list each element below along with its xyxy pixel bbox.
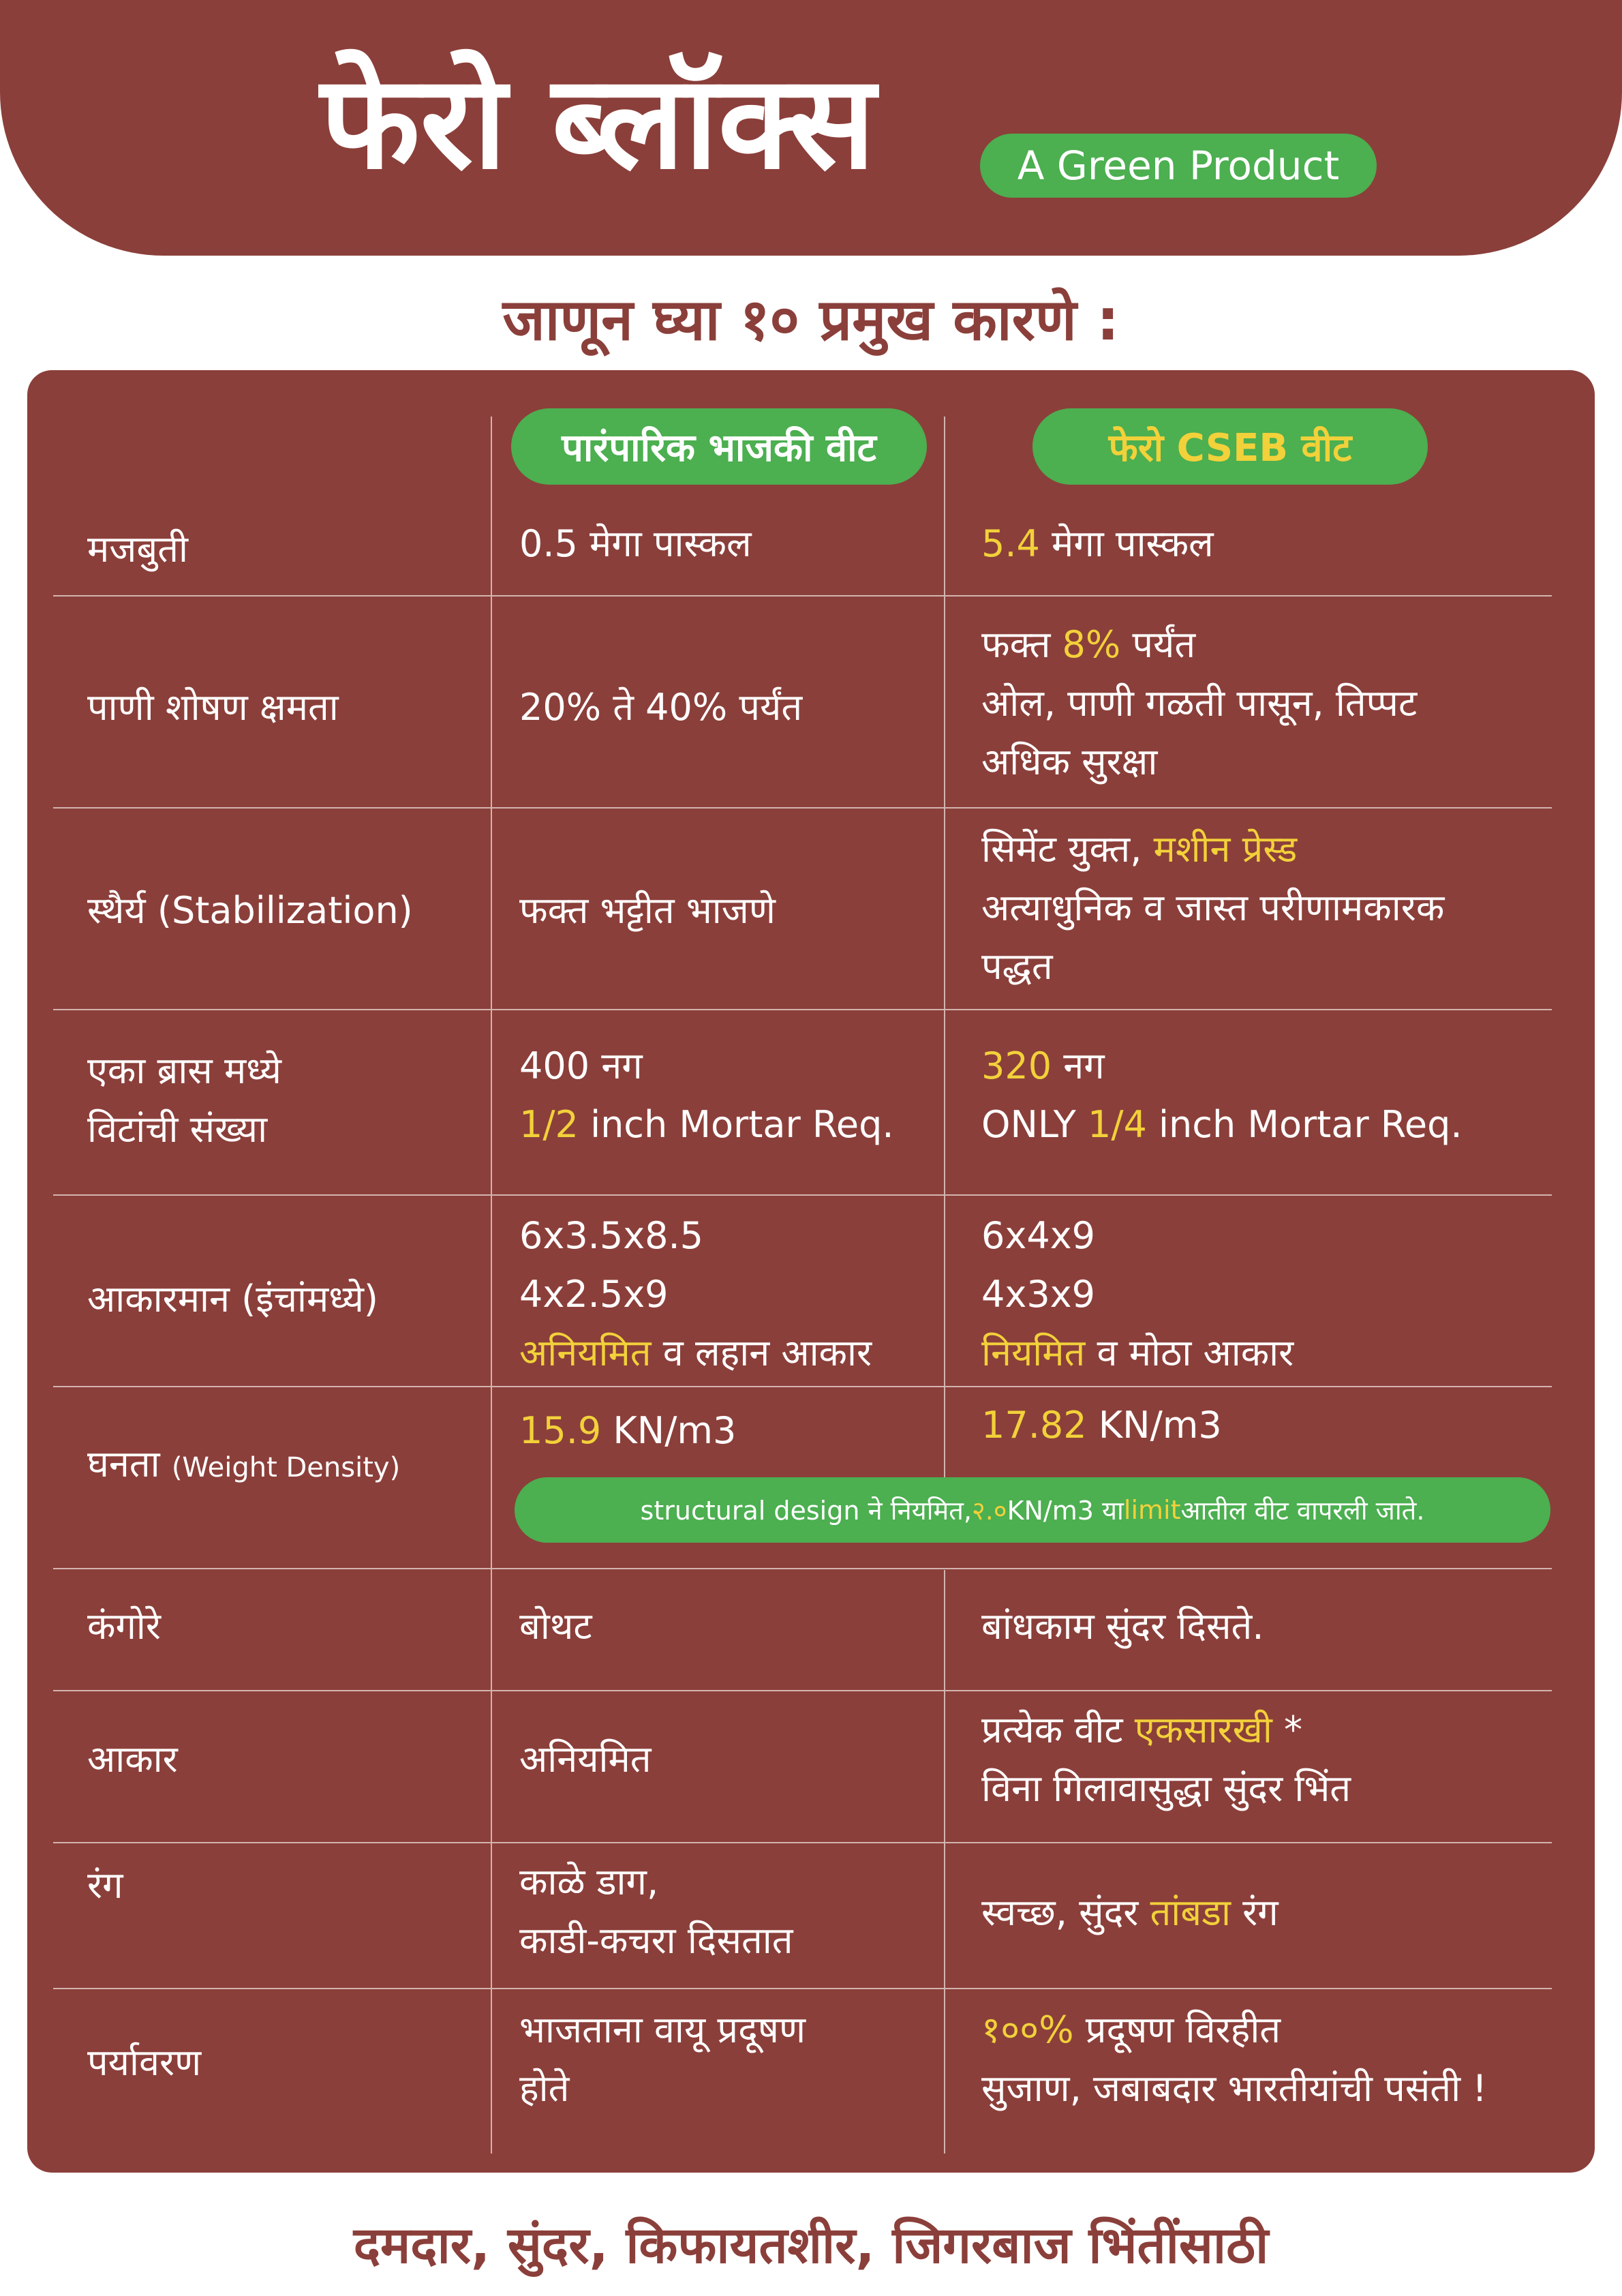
density-note: structural design ने नियमित, २.० KN/m3 य… (515, 1477, 1550, 1543)
count-traditional: 400 नग 1/2 inch Mortar Req. (519, 1044, 894, 1146)
color-ferro: स्वच्छ, सुंदर तांबडा रंग (981, 1891, 1279, 1934)
shape-ferro: प्रत्येक वीट एकसारखी * विना गिलावासुद्धा… (981, 1708, 1351, 1810)
row-divider (53, 1194, 1552, 1196)
row-divider (53, 595, 1552, 596)
shape-traditional: अनियमित (519, 1738, 652, 1781)
column-header-traditional: पारंपारिक भाजकी वीट (511, 408, 927, 485)
row-label-density: घनता (Weight Density) (87, 1442, 401, 1485)
row-label-strength: मजबुती (87, 528, 188, 571)
comparison-table: पारंपारिक भाजकी वीट फेरो CSEB वीट मजबुती… (27, 370, 1595, 2173)
row-label-shape: आकार (87, 1738, 178, 1781)
row-label-count: एका ब्रास मध्ये विटांची संख्या (87, 1049, 281, 1151)
row-divider (53, 1009, 1552, 1010)
column-divider-right-lower (944, 1570, 945, 2154)
absorption-ferro: फक्त 8% पर्यंत ओल, पाणी गळती पासून, तिप्… (981, 623, 1418, 783)
color-traditional: काळे डाग, काडी-कचरा दिसतात (519, 1860, 793, 1962)
brand-title: फेरो ब्लॉक्स (320, 47, 876, 198)
density-traditional: 15.9 KN/m3 (519, 1409, 737, 1452)
row-divider (53, 1988, 1552, 1989)
green-product-badge: A Green Product (980, 134, 1377, 198)
stability-traditional: फक्त भट्टीत भाजणे (519, 889, 776, 932)
size-traditional: 6x3.5x8.5 4x2.5x9 अनियमित व लहान आकार (519, 1214, 872, 1374)
edges-ferro: बांधकाम सुंदर दिसते. (981, 1605, 1264, 1648)
row-label-color: रंग (87, 1864, 123, 1907)
row-label-edges: कंगोरे (87, 1605, 161, 1648)
density-ferro: 17.82 KN/m3 (981, 1404, 1222, 1447)
count-ferro: 320 नग ONLY 1/4 inch Mortar Req. (981, 1044, 1463, 1146)
row-label-stability: स्थैर्य (Stabilization) (87, 889, 413, 932)
row-divider (53, 1568, 1552, 1569)
size-ferro: 6x4x9 4x3x9 नियमित व मोठा आकार (981, 1214, 1294, 1374)
row-divider (53, 1386, 1552, 1387)
row-label-environment: पर्यावरण (87, 2041, 202, 2084)
column-divider-left (491, 417, 492, 2154)
column-header-ferro: फेरो CSEB वीट (1032, 408, 1428, 485)
environment-traditional: भाजताना वायू प्रदूषण होते (519, 2008, 806, 2110)
strength-traditional: 0.5 मेगा पास्कल (519, 522, 752, 565)
absorption-traditional: 20% ते 40% पर्यंत (519, 686, 803, 729)
row-label-absorption: पाणी शोषण क्षमता (87, 686, 339, 729)
column-divider-right (944, 417, 945, 1494)
row-label-size: आकारमान (इंचांमध्ये) (87, 1278, 378, 1320)
header-banner: फेरो ब्लॉक्स A Green Product (0, 0, 1622, 256)
page-subtitle: जाणून घ्या १० प्रमुख कारणे : (502, 286, 1120, 353)
footer-slogan: दमदार, सुंदर, किफायतशीर, जिगरबाज भिंतींस… (353, 2216, 1269, 2275)
stability-ferro: सिमेंट युक्त, मशीन प्रेस्ड अत्याधुनिक व … (981, 828, 1445, 988)
row-divider (53, 807, 1552, 809)
environment-ferro: १००% प्रदूषण विरहीत सुजाण, जबाबदार भारती… (981, 2008, 1487, 2110)
row-divider (53, 1690, 1552, 1691)
row-divider (53, 1842, 1552, 1843)
strength-ferro: 5.4 मेगा पास्कल (981, 522, 1214, 565)
edges-traditional: बोथट (519, 1605, 592, 1648)
